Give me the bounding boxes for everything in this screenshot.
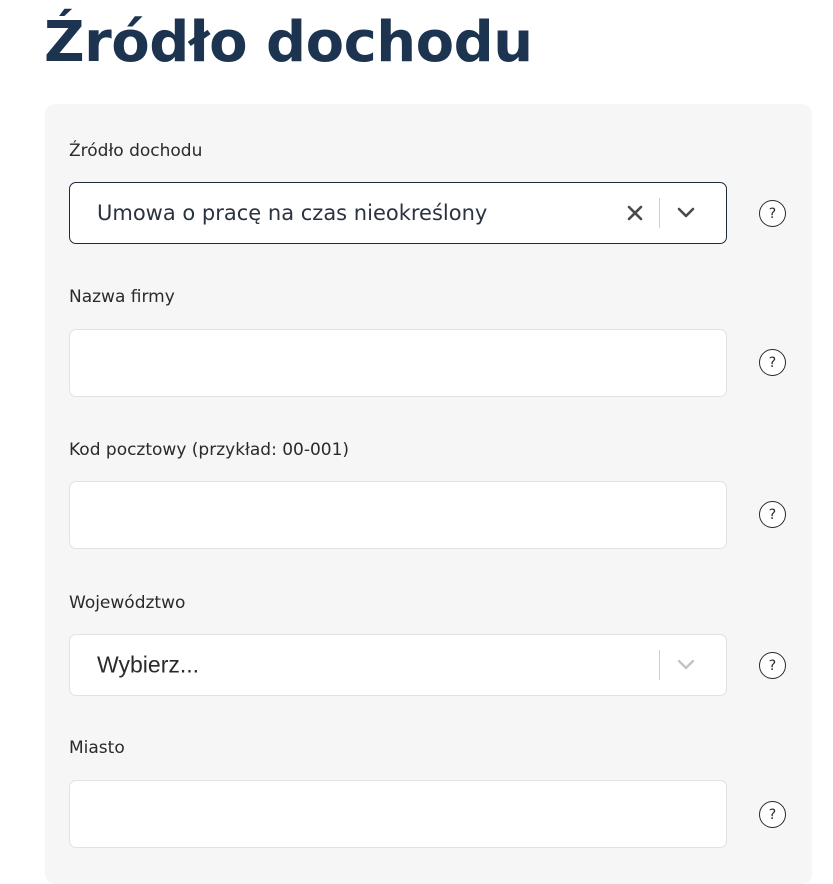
income-source-help-icon[interactable]: ? bbox=[759, 200, 786, 227]
voivodeship-help-icon[interactable]: ? bbox=[759, 652, 786, 679]
voivodeship-select[interactable]: Wybierz... bbox=[69, 634, 727, 696]
select-separator bbox=[659, 650, 660, 680]
voivodeship-placeholder: Wybierz... bbox=[97, 651, 200, 678]
company-name-input[interactable] bbox=[70, 330, 726, 396]
company-name-help-icon[interactable]: ? bbox=[759, 349, 786, 376]
chevron-down-icon[interactable] bbox=[666, 650, 706, 680]
company-name-field-wrapper bbox=[69, 329, 727, 397]
city-input[interactable] bbox=[70, 781, 726, 847]
voivodeship-label: Województwo bbox=[69, 593, 186, 613]
income-source-label: Źródło dochodu bbox=[69, 141, 203, 161]
city-label: Miasto bbox=[69, 738, 125, 758]
company-name-label: Nazwa firmy bbox=[69, 287, 175, 307]
page-title: Źródło dochodu bbox=[44, 10, 533, 75]
postal-code-input[interactable] bbox=[70, 482, 726, 548]
income-source-select[interactable]: Umowa o pracę na czas nieokreślony bbox=[69, 182, 727, 244]
chevron-down-icon[interactable] bbox=[666, 198, 706, 228]
postal-code-field-wrapper bbox=[69, 481, 727, 549]
postal-code-label: Kod pocztowy (przykład: 00-001) bbox=[69, 440, 350, 460]
income-source-form: Źródło dochodu Umowa o pracę na czas nie… bbox=[45, 104, 812, 884]
postal-code-help-icon[interactable]: ? bbox=[759, 501, 786, 528]
income-source-selected-value: Umowa o pracę na czas nieokreślony bbox=[97, 201, 488, 225]
select-separator bbox=[659, 198, 660, 228]
clear-icon[interactable] bbox=[624, 202, 646, 224]
city-help-icon[interactable]: ? bbox=[759, 801, 786, 828]
city-field-wrapper bbox=[69, 780, 727, 848]
